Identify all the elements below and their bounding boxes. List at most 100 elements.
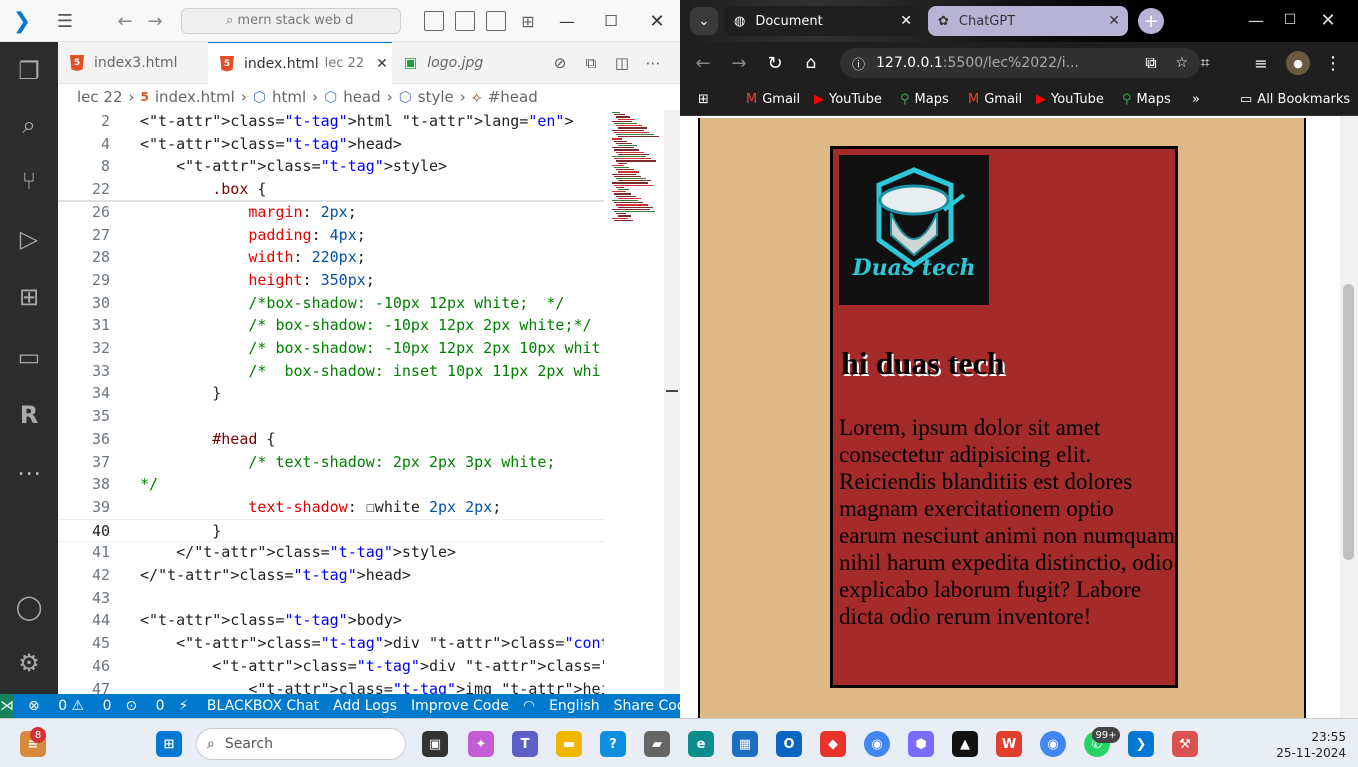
- store-icon[interactable]: ▦: [732, 731, 758, 757]
- breadcrumb-item[interactable]: head: [343, 88, 380, 106]
- ports-indicator[interactable]: ⊙ 0: [125, 698, 164, 714]
- chrome-active-icon[interactable]: ◉: [1040, 731, 1066, 757]
- page-scrollbar[interactable]: [1340, 116, 1358, 718]
- breadcrumb-item[interactable]: lec 22: [77, 88, 123, 106]
- code-line[interactable]: 47 <"t-attr">class="t-tag">img "t-attr">…: [58, 678, 604, 695]
- new-tab-icon[interactable]: +: [1138, 8, 1164, 34]
- minimap[interactable]: [604, 110, 664, 694]
- teams-icon[interactable]: T: [512, 731, 538, 757]
- code-line[interactable]: 22 .box {: [58, 178, 604, 201]
- code-line[interactable]: 26 margin: 2px;: [58, 201, 604, 224]
- media-controls-icon[interactable]: ≡: [1250, 52, 1272, 74]
- extensions-icon[interactable]: ⊞: [0, 274, 58, 320]
- command-search-input[interactable]: ⌕ mern stack web d: [181, 8, 401, 34]
- customize-layout-icon[interactable]: ⊞: [518, 11, 538, 31]
- bookmark-star-icon[interactable]: ☆: [1175, 55, 1188, 71]
- app-tool-icon[interactable]: ⚒: [1172, 731, 1198, 757]
- reload-icon[interactable]: ↻: [764, 52, 786, 74]
- code-line[interactable]: 46 <"t-attr">class="t-tag">div "t-attr">…: [58, 655, 604, 678]
- share-code-button[interactable]: Share Code: [614, 698, 680, 714]
- code-editor[interactable]: 2 <"t-attr">class="t-tag">html "t-attr">l…: [58, 110, 604, 694]
- minimize-icon[interactable]: —: [556, 10, 578, 32]
- minimize-icon[interactable]: —: [1244, 8, 1268, 32]
- open-preview-icon[interactable]: ⧉: [581, 53, 601, 73]
- copilot-icon[interactable]: ✦: [468, 731, 494, 757]
- breadcrumb-item[interactable]: style: [418, 88, 454, 106]
- bookmark-gmail[interactable]: M Gmail: [746, 92, 800, 107]
- bookmarks-overflow-icon[interactable]: »: [1192, 92, 1200, 107]
- code-line[interactable]: 41 </"t-attr">class="t-tag">style>: [58, 541, 604, 564]
- menu-icon[interactable]: ☰: [54, 10, 76, 32]
- tab-document[interactable]: ◍ Document ✕: [724, 6, 920, 36]
- usb-drive-icon[interactable]: ▰: [644, 731, 670, 757]
- more-icon[interactable]: ⋯: [0, 450, 58, 496]
- all-bookmarks-button[interactable]: ▭ All Bookmarks: [1240, 92, 1350, 107]
- bookmark-youtube[interactable]: ▶ YouTube: [1036, 92, 1104, 107]
- more-actions-icon[interactable]: ⋯: [643, 53, 663, 73]
- bookmark-youtube[interactable]: ▶ YouTube: [814, 92, 882, 107]
- breadcrumb-item[interactable]: index.html: [155, 88, 235, 106]
- close-icon[interactable]: ✕: [1316, 8, 1340, 32]
- extensions-icon[interactable]: ⧉: [1140, 52, 1162, 74]
- code-line[interactable]: 37 /* text-shadow: 2px 2px 3px white;: [58, 451, 604, 474]
- editor-scrollbar[interactable]: [664, 110, 680, 694]
- code-line[interactable]: 43: [58, 587, 604, 610]
- search-icon[interactable]: ⌕: [0, 102, 58, 148]
- code-line[interactable]: 30 /*box-shadow: -10px 12px white; */: [58, 292, 604, 315]
- toggle-secondary-sidebar-icon[interactable]: [486, 11, 506, 31]
- code-line[interactable]: 35: [58, 405, 604, 428]
- split-editor-icon[interactable]: ◫: [612, 53, 632, 73]
- remote-explorer-icon[interactable]: ▭: [0, 334, 58, 380]
- toggle-sidebar-icon[interactable]: [424, 11, 444, 31]
- code-line[interactable]: 4 <"t-attr">class="t-tag">head>: [58, 133, 604, 156]
- tab-close-icon[interactable]: ✕: [1108, 13, 1120, 29]
- bookmark-maps[interactable]: ⚲ Maps: [900, 92, 949, 107]
- chrome-icon[interactable]: ◉: [864, 731, 890, 757]
- tab-close-icon[interactable]: ✕: [900, 13, 912, 29]
- broadcast-icon[interactable]: ◠: [523, 698, 535, 714]
- app-diamond-icon[interactable]: ◆: [820, 731, 846, 757]
- taskbar-search-box[interactable]: ⌕ Search: [196, 728, 406, 760]
- site-info-icon[interactable]: ⓘ: [852, 54, 865, 73]
- back-arrow-icon[interactable]: ←: [692, 52, 714, 74]
- breadcrumb-item[interactable]: #head: [488, 88, 538, 106]
- apps-grid-icon[interactable]: ⊞: [698, 92, 709, 107]
- outlook-icon[interactable]: O: [776, 731, 802, 757]
- language-indicator[interactable]: English: [549, 698, 600, 714]
- code-line[interactable]: 39 text-shadow: ☐white 2px 2px;: [58, 496, 604, 519]
- tab-index3-html[interactable]: 5 index3.html: [58, 42, 208, 84]
- settings-gear-icon[interactable]: ⚙: [0, 640, 58, 686]
- code-line[interactable]: 44 <"t-attr">class="t-tag">body>: [58, 609, 604, 632]
- code-line[interactable]: 38 */: [58, 473, 604, 496]
- remote-indicator-icon[interactable]: ⋊: [0, 694, 14, 718]
- source-control-icon[interactable]: ⑂: [0, 158, 58, 204]
- app-hexagon-icon[interactable]: ⬢: [908, 731, 934, 757]
- help-icon[interactable]: ?: [600, 731, 626, 757]
- code-line[interactable]: 8 <"t-attr">class="t-tag">style>: [58, 155, 604, 178]
- code-line[interactable]: 34 }: [58, 382, 604, 405]
- preview-hidden-icon[interactable]: ⊘: [550, 53, 570, 73]
- account-icon[interactable]: ◯: [0, 584, 58, 630]
- code-line[interactable]: 42 </"t-attr">class="t-tag">head>: [58, 564, 604, 587]
- code-line[interactable]: 2 <"t-attr">class="t-tag">html "t-attr">l…: [58, 110, 604, 133]
- vscode-taskbar-icon[interactable]: ❯: [1128, 731, 1154, 757]
- tab-chatgpt[interactable]: ✿ ChatGPT ✕: [928, 6, 1128, 36]
- code-line[interactable]: 28 width: 220px;: [58, 246, 604, 269]
- r-extension-icon[interactable]: R: [0, 392, 58, 438]
- maximize-icon[interactable]: ☐: [1278, 8, 1302, 32]
- clock[interactable]: 23:55 25-11-2024: [1270, 729, 1346, 761]
- code-line[interactable]: 40 }: [58, 518, 604, 542]
- profile-avatar[interactable]: ●: [1286, 51, 1310, 75]
- breadcrumb-item[interactable]: html: [272, 88, 306, 106]
- tab-index-html[interactable]: 5 index.html lec 22 ✕: [208, 42, 392, 84]
- toggle-panel-icon[interactable]: [455, 11, 475, 31]
- back-arrow-icon[interactable]: ←: [114, 10, 136, 32]
- task-view-icon[interactable]: ▣: [422, 731, 448, 757]
- screenshot-icon[interactable]: ⌗: [1194, 52, 1216, 74]
- chrome-menu-icon[interactable]: ⋮: [1322, 52, 1344, 74]
- improve-code-button[interactable]: Improve Code: [411, 698, 509, 714]
- code-line[interactable]: 27 padding: 4px;: [58, 224, 604, 247]
- wps-office-icon[interactable]: W: [996, 731, 1022, 757]
- home-icon[interactable]: ⌂: [800, 52, 822, 74]
- forward-arrow-icon[interactable]: →: [728, 52, 750, 74]
